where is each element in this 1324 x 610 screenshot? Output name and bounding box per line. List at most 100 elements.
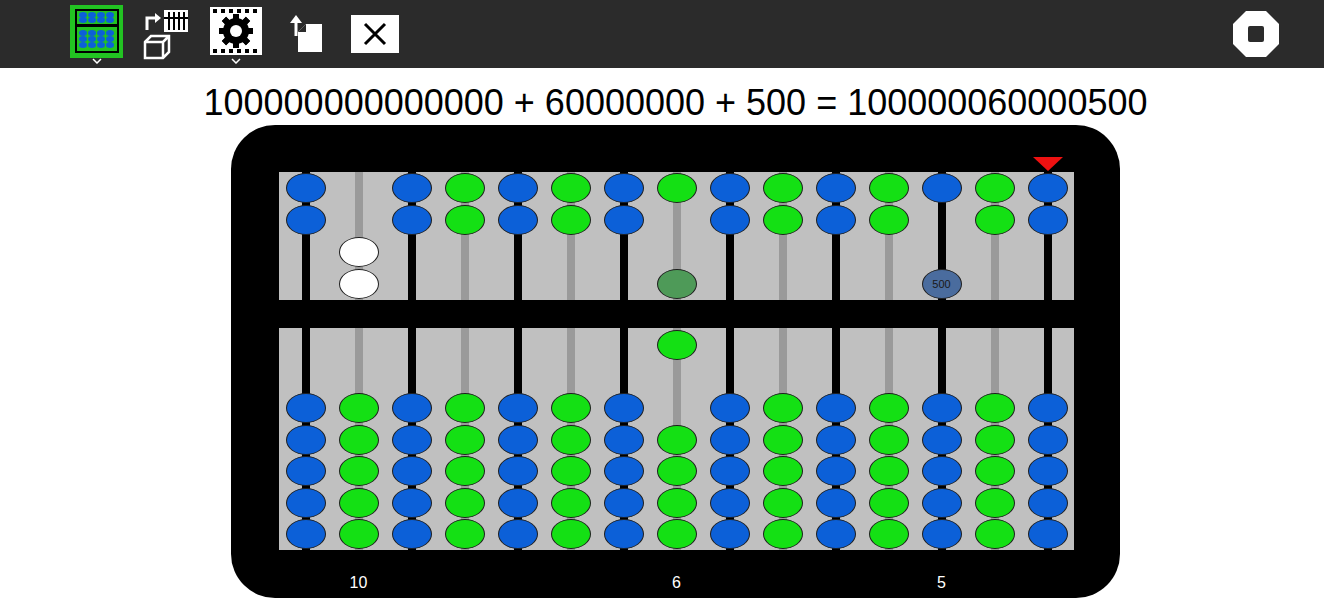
bead[interactable] [1028, 519, 1068, 549]
bead[interactable] [1028, 488, 1068, 518]
bead[interactable] [710, 519, 750, 549]
bead[interactable] [392, 519, 432, 549]
toolbar-button[interactable] [70, 5, 123, 58]
bead[interactable] [710, 173, 750, 203]
bead[interactable] [392, 488, 432, 518]
bead[interactable] [922, 425, 962, 455]
bead[interactable] [763, 488, 803, 518]
bead[interactable] [339, 456, 379, 486]
bead[interactable] [551, 205, 591, 235]
bead[interactable] [392, 425, 432, 455]
bead[interactable] [604, 519, 644, 549]
bead[interactable] [922, 393, 962, 423]
chevron-down-icon[interactable] [92, 58, 102, 64]
bead[interactable] [339, 488, 379, 518]
bead[interactable] [816, 205, 856, 235]
bead[interactable] [339, 425, 379, 455]
bead[interactable] [551, 173, 591, 203]
bead[interactable] [498, 519, 538, 549]
bead[interactable] [1028, 173, 1068, 203]
bead[interactable] [975, 205, 1015, 235]
bead[interactable] [763, 173, 803, 203]
bead[interactable] [498, 456, 538, 486]
bead[interactable] [498, 205, 538, 235]
bead[interactable] [286, 393, 326, 423]
bead[interactable] [816, 456, 856, 486]
bead[interactable] [657, 330, 697, 360]
bead[interactable] [1028, 425, 1068, 455]
bead[interactable] [1028, 456, 1068, 486]
bead[interactable] [551, 456, 591, 486]
bead[interactable] [816, 488, 856, 518]
bead[interactable] [286, 425, 326, 455]
bead[interactable] [869, 205, 909, 235]
bead[interactable] [445, 425, 485, 455]
bead[interactable] [657, 519, 697, 549]
bead[interactable] [445, 205, 485, 235]
bead[interactable] [604, 488, 644, 518]
bead[interactable] [763, 456, 803, 486]
bead[interactable] [975, 425, 1015, 455]
toolbar-button[interactable] [139, 8, 193, 61]
bead[interactable]: 500 [922, 269, 962, 299]
bead[interactable] [339, 237, 379, 267]
bead[interactable] [710, 456, 750, 486]
bead[interactable] [551, 393, 591, 423]
bead[interactable] [710, 393, 750, 423]
bead[interactable] [816, 425, 856, 455]
bead[interactable] [498, 425, 538, 455]
bead[interactable] [286, 456, 326, 486]
bead[interactable] [869, 173, 909, 203]
bead[interactable] [551, 488, 591, 518]
bead[interactable] [498, 173, 538, 203]
bead[interactable] [922, 519, 962, 549]
bead[interactable] [604, 173, 644, 203]
bead[interactable] [445, 488, 485, 518]
bead[interactable] [1028, 393, 1068, 423]
chevron-down-icon[interactable] [231, 58, 241, 64]
bead[interactable] [498, 393, 538, 423]
bead[interactable] [604, 205, 644, 235]
bead[interactable] [286, 488, 326, 518]
bead[interactable] [975, 456, 1015, 486]
bead[interactable] [763, 393, 803, 423]
bead[interactable] [975, 393, 1015, 423]
bead[interactable] [869, 456, 909, 486]
bead[interactable] [392, 173, 432, 203]
toolbar-button[interactable] [348, 8, 401, 61]
bead[interactable] [1028, 205, 1068, 235]
bead[interactable] [922, 456, 962, 486]
bead[interactable] [816, 173, 856, 203]
bead[interactable] [339, 519, 379, 549]
bead[interactable] [392, 456, 432, 486]
bead[interactable] [498, 488, 538, 518]
bead[interactable] [392, 393, 432, 423]
bead[interactable] [869, 425, 909, 455]
bead[interactable] [763, 425, 803, 455]
bead[interactable] [869, 488, 909, 518]
bead[interactable] [657, 425, 697, 455]
bead[interactable] [286, 519, 326, 549]
toolbar-button[interactable] [209, 5, 263, 58]
bead[interactable] [710, 425, 750, 455]
bead[interactable] [657, 173, 697, 203]
stop-button[interactable] [1232, 10, 1280, 58]
bead[interactable] [710, 205, 750, 235]
bead[interactable] [869, 519, 909, 549]
bead[interactable] [551, 519, 591, 549]
bead[interactable] [286, 173, 326, 203]
bead[interactable] [339, 269, 379, 299]
toolbar-button[interactable] [279, 8, 332, 61]
bead[interactable] [286, 205, 326, 235]
bead[interactable] [922, 488, 962, 518]
bead[interactable] [445, 519, 485, 549]
bead[interactable] [975, 519, 1015, 549]
bead[interactable] [869, 393, 909, 423]
bead[interactable] [339, 393, 379, 423]
bead[interactable] [922, 173, 962, 203]
bead[interactable] [763, 205, 803, 235]
bead[interactable] [763, 519, 803, 549]
bead[interactable] [445, 393, 485, 423]
bead[interactable] [710, 488, 750, 518]
bead[interactable] [975, 488, 1015, 518]
